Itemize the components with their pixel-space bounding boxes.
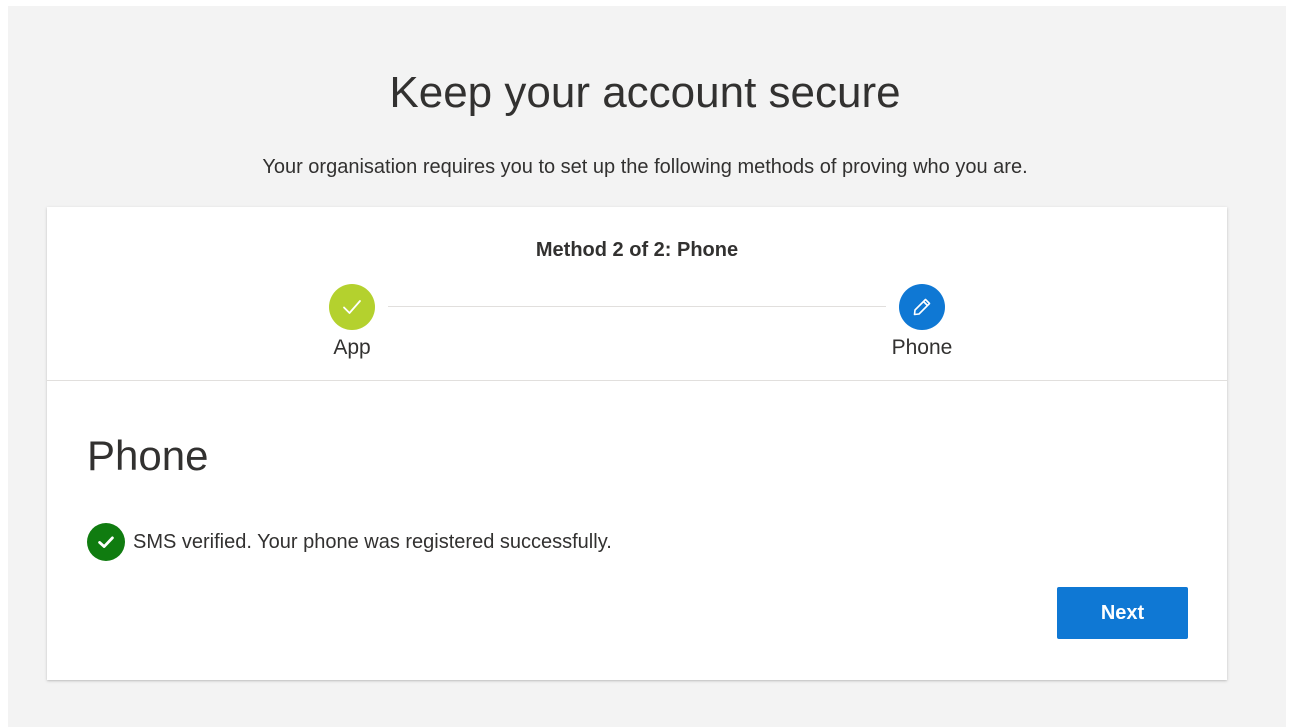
- checkmark-icon: [98, 536, 114, 548]
- page-subtitle: Your organisation requires you to set up…: [262, 156, 1028, 178]
- success-check-icon: [87, 523, 125, 561]
- pencil-icon: [913, 298, 931, 316]
- step-label-phone: Phone: [891, 336, 953, 359]
- step-app-completed: [329, 284, 375, 330]
- page-title: Keep your account secure: [389, 68, 901, 117]
- section-title: Phone: [87, 432, 209, 479]
- step-phone-current: [899, 284, 945, 330]
- status-message: SMS verified. Your phone was registered …: [133, 531, 612, 553]
- progress-indicator: Method 2 of 2: Phone App Phone: [47, 207, 1227, 381]
- verification-status: SMS verified. Your phone was registered …: [87, 523, 612, 561]
- next-button[interactable]: Next: [1057, 587, 1188, 639]
- setup-card: Method 2 of 2: Phone App Phone Phone SMS…: [47, 207, 1227, 680]
- step-label-app: App: [333, 336, 371, 359]
- checkmark-icon: [343, 300, 361, 314]
- method-progress-label: Method 2 of 2: Phone: [535, 239, 739, 261]
- progress-connector-line: [388, 306, 886, 307]
